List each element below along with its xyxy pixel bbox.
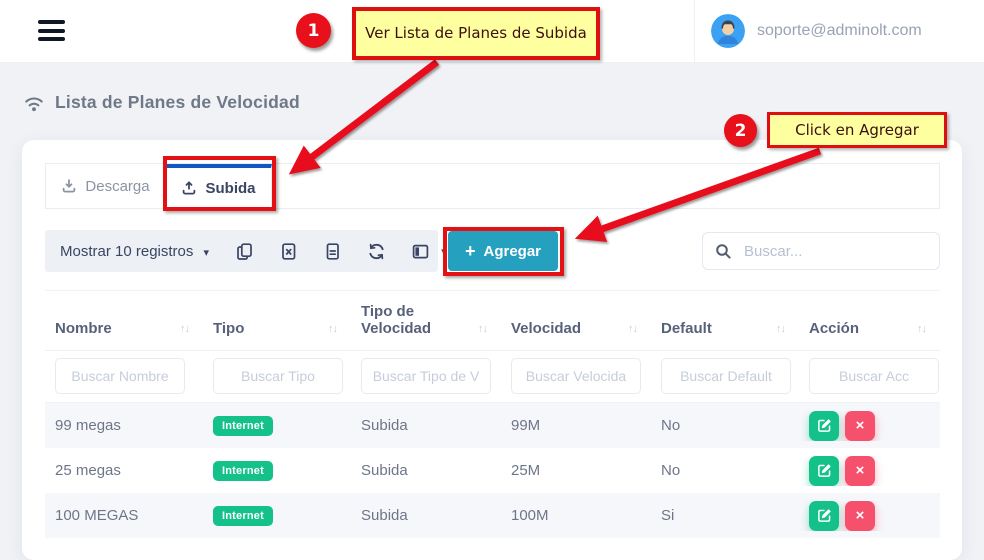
table-row: 99 megas Internet Subida 99M No ×	[45, 403, 940, 448]
filter-velocidad-input[interactable]	[511, 358, 641, 394]
column-header-nombre[interactable]: Nombre ↑↓	[45, 291, 203, 350]
plans-table: Nombre ↑↓ Tipo ↑↓ Tipo de Velocidad ↑↓ Velo…	[45, 290, 940, 538]
filter-tipo-velocidad-input[interactable]	[361, 358, 491, 394]
copy-icon[interactable]	[235, 242, 254, 261]
annotation-rect-agregar-button	[443, 227, 564, 276]
cell-nombre: 100 MEGAS	[45, 507, 203, 524]
user-email: soporte@adminolt.com	[757, 22, 922, 40]
column-header-tipo[interactable]: Tipo ↑↓	[203, 291, 351, 350]
columns-icon	[411, 242, 430, 261]
delete-button[interactable]: ×	[845, 456, 875, 486]
caret-down-icon: ▾	[204, 247, 210, 259]
page-header: Lista de Planes de Velocidad	[22, 92, 300, 113]
filter-tipo-input[interactable]	[213, 358, 343, 394]
user-menu[interactable]: soporte@adminolt.com	[694, 0, 984, 62]
annotation-rect-subida-tab	[163, 156, 276, 211]
column-header-label: Nombre	[55, 320, 112, 337]
search-input[interactable]	[742, 242, 927, 261]
wifi-icon	[22, 93, 46, 113]
tipo-badge: Internet	[213, 461, 273, 481]
table-row: 25 megas Internet Subida 25M No ×	[45, 448, 940, 493]
column-visibility-dropdown[interactable]: ▾	[411, 242, 447, 261]
cell-default: No	[651, 417, 799, 434]
edit-pencil-icon	[817, 463, 832, 478]
edit-button[interactable]	[809, 501, 839, 531]
cell-default: No	[651, 462, 799, 479]
cell-velocidad: 99M	[501, 417, 651, 434]
cell-tipo-velocidad: Subida	[351, 462, 501, 479]
excel-file-icon[interactable]	[279, 242, 298, 261]
annotation-step-2-label: Click en Agregar	[767, 112, 947, 148]
sort-icon: ↑↓	[628, 323, 637, 337]
sort-icon: ↑↓	[328, 323, 337, 337]
annotation-step-2-badge: 2	[724, 114, 757, 147]
annotation-step-1-label: Ver Lista de Planes de Subida	[352, 7, 600, 60]
filter-default-input[interactable]	[661, 358, 791, 394]
sort-icon: ↑↓	[776, 323, 785, 337]
column-header-tipo-velocidad[interactable]: Tipo de Velocidad ↑↓	[351, 291, 501, 350]
annotation-step-1-badge: 1	[296, 13, 331, 48]
cell-velocidad: 25M	[501, 462, 651, 479]
records-per-page-label: Mostrar 10 registros	[60, 243, 193, 260]
tipo-badge: Internet	[213, 506, 273, 526]
column-header-label: Velocidad	[511, 320, 581, 337]
x-icon: ×	[856, 507, 865, 524]
cell-tipo-velocidad: Subida	[351, 417, 501, 434]
sort-icon: ↑↓	[180, 323, 189, 337]
column-header-velocidad[interactable]: Velocidad ↑↓	[501, 291, 651, 350]
table-header-row: Nombre ↑↓ Tipo ↑↓ Tipo de Velocidad ↑↓ Velo…	[45, 290, 940, 351]
tab-descarga[interactable]: Descarga	[46, 164, 166, 208]
column-header-label: Acción	[809, 320, 859, 337]
hamburger-menu-icon[interactable]	[38, 20, 65, 42]
toolbar-left-bar: Mostrar 10 registros ▾	[45, 230, 438, 272]
user-avatar	[711, 14, 745, 48]
cell-nombre: 99 megas	[45, 417, 203, 434]
search-box	[702, 232, 940, 270]
delete-button[interactable]: ×	[845, 411, 875, 441]
column-header-label: Tipo de Velocidad	[361, 303, 439, 337]
edit-pencil-icon	[817, 508, 832, 523]
records-per-page-dropdown[interactable]: Mostrar 10 registros ▾	[60, 243, 209, 260]
table-filter-row	[45, 351, 940, 403]
sort-icon: ↑↓	[917, 323, 926, 337]
filter-nombre-input[interactable]	[55, 358, 185, 394]
column-header-accion[interactable]: Acción ↑↓	[799, 291, 940, 350]
page-title: Lista de Planes de Velocidad	[55, 92, 300, 113]
filter-accion-input[interactable]	[809, 358, 939, 394]
cell-velocidad: 100M	[501, 507, 651, 524]
x-icon: ×	[856, 417, 865, 434]
x-icon: ×	[856, 462, 865, 479]
file-lines-icon[interactable]	[323, 242, 342, 261]
tipo-badge: Internet	[213, 416, 273, 436]
edit-pencil-icon	[817, 418, 832, 433]
cell-nombre: 25 megas	[45, 462, 203, 479]
sort-icon: ↑↓	[478, 323, 487, 337]
edit-button[interactable]	[809, 456, 839, 486]
column-header-label: Default	[661, 320, 712, 337]
cell-default: Si	[651, 507, 799, 524]
search-icon	[715, 243, 732, 260]
refresh-icon[interactable]	[367, 242, 386, 261]
cell-tipo-velocidad: Subida	[351, 507, 501, 524]
delete-button[interactable]: ×	[845, 501, 875, 531]
column-header-default[interactable]: Default ↑↓	[651, 291, 799, 350]
tab-descarga-label: Descarga	[85, 178, 149, 195]
table-row: 100 MEGAS Internet Subida 100M Si ×	[45, 493, 940, 538]
export-buttons: ▾	[235, 242, 447, 261]
edit-button[interactable]	[809, 411, 839, 441]
download-icon	[61, 178, 77, 194]
column-header-label: Tipo	[213, 320, 244, 337]
